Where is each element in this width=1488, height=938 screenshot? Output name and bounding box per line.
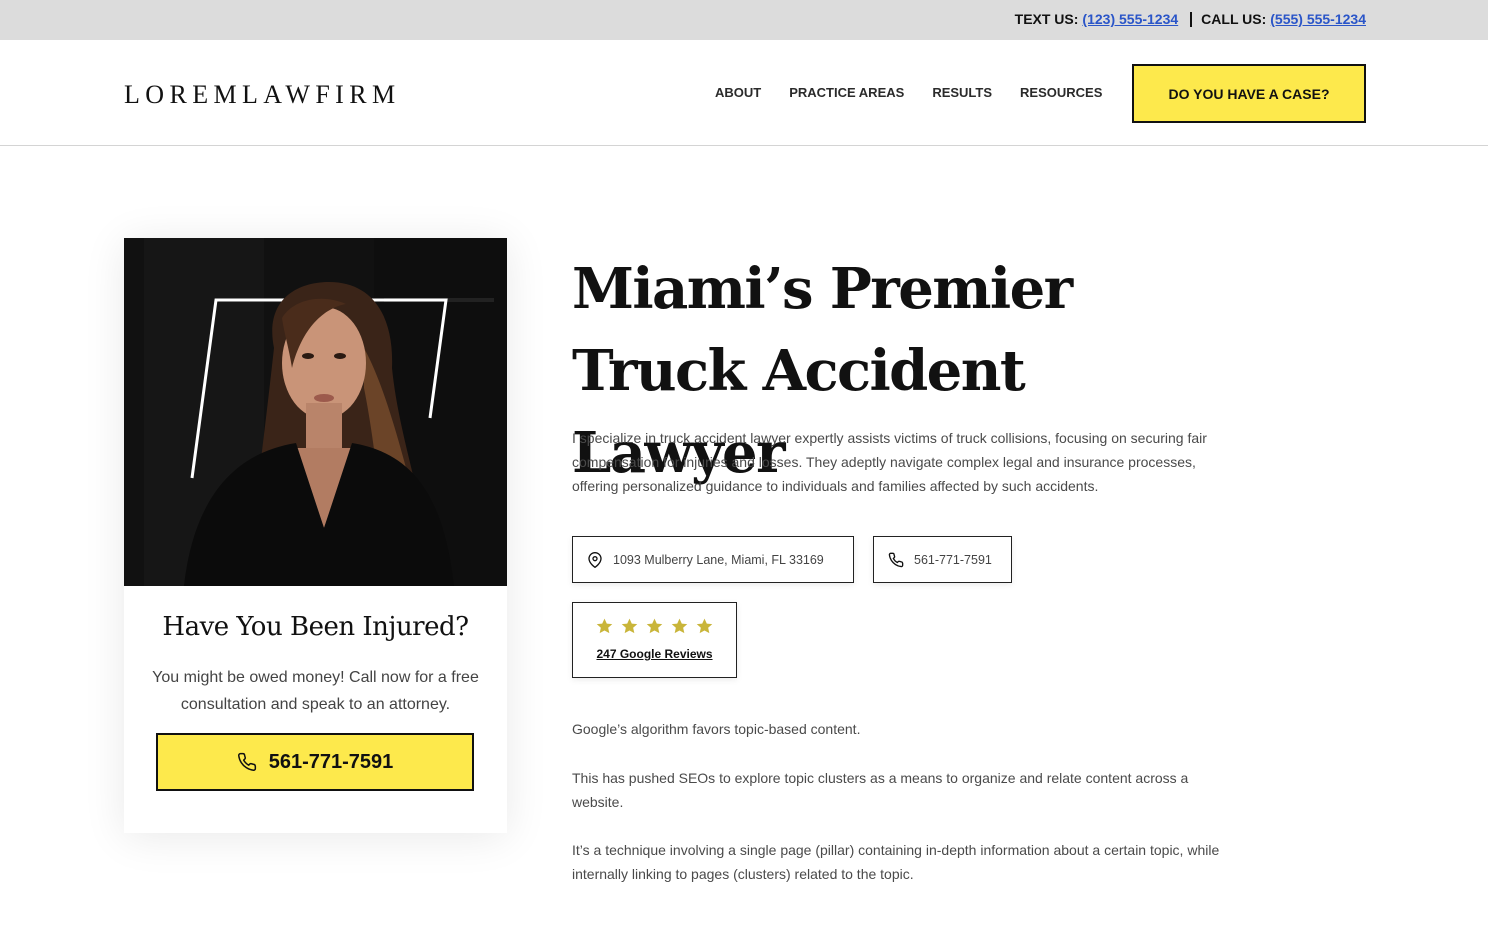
text-us-label: TEXT US: [1014,11,1079,27]
star-icon [671,618,688,634]
content-paragraph: Google’s algorithm favors topic-based co… [572,721,861,737]
map-pin-icon [588,551,602,568]
google-reviews-link[interactable]: 247 Google Reviews [573,647,736,661]
address-chip[interactable]: 1093 Mulberry Lane, Miami, FL 33169 [572,536,854,583]
phone-icon [888,552,904,567]
content-paragraph: It’s a technique involving a single page… [572,842,1220,882]
star-icon [596,618,613,634]
phone-text: 561-771-7591 [914,552,992,567]
case-cta-button[interactable]: DO YOU HAVE A CASE? [1132,64,1366,123]
star-icon [696,618,713,634]
attorney-photo [124,238,507,586]
nav-results[interactable]: RESULTS [932,85,992,100]
topbar-divider [1190,11,1193,27]
card-phone-label: 561-771-7591 [268,750,394,773]
star-rating [595,617,720,636]
nav-practice-areas[interactable]: PRACTICE AREAS [789,85,904,100]
nav-about[interactable]: ABOUT [715,85,761,100]
logo[interactable]: LOREMLAWFIRM [124,80,401,110]
card-title: Have You Been Injured? [162,612,469,642]
phone-chip[interactable]: 561-771-7591 [873,536,1012,583]
text-us-link[interactable]: (123) 555-1234 [1082,11,1178,27]
card-text: You might be owed money! Call now for a … [152,669,479,713]
injury-card: Have You Been Injured? You might be owed… [124,238,507,833]
google-reviews-box: 247 Google Reviews [572,602,737,678]
phone-icon [237,752,256,771]
hero-description: I specialize in truck accident lawyer ex… [572,430,1207,494]
nav-resources[interactable]: RESOURCES [1020,85,1102,100]
star-icon [621,618,638,634]
site-header: LOREMLAWFIRM ABOUT PRACTICE AREAS RESULT… [0,40,1488,146]
content-paragraph: This has pushed SEOs to explore topic cl… [572,770,1189,810]
card-phone-button[interactable]: 561-771-7591 [156,733,474,791]
topbar-contacts: TEXT US: (123) 555-1234 CALL US: (555) 5… [1015,11,1366,27]
call-us-label: CALL US: [1201,11,1267,27]
address-text: 1093 Mulberry Lane, Miami, FL 33169 [613,552,824,567]
call-us-link[interactable]: (555) 555-1234 [1270,11,1366,27]
top-contact-bar: TEXT US: (123) 555-1234 CALL US: (555) 5… [0,0,1488,40]
star-icon [646,618,663,634]
main-nav: ABOUT PRACTICE AREAS RESULTS RESOURCES [715,85,1130,100]
